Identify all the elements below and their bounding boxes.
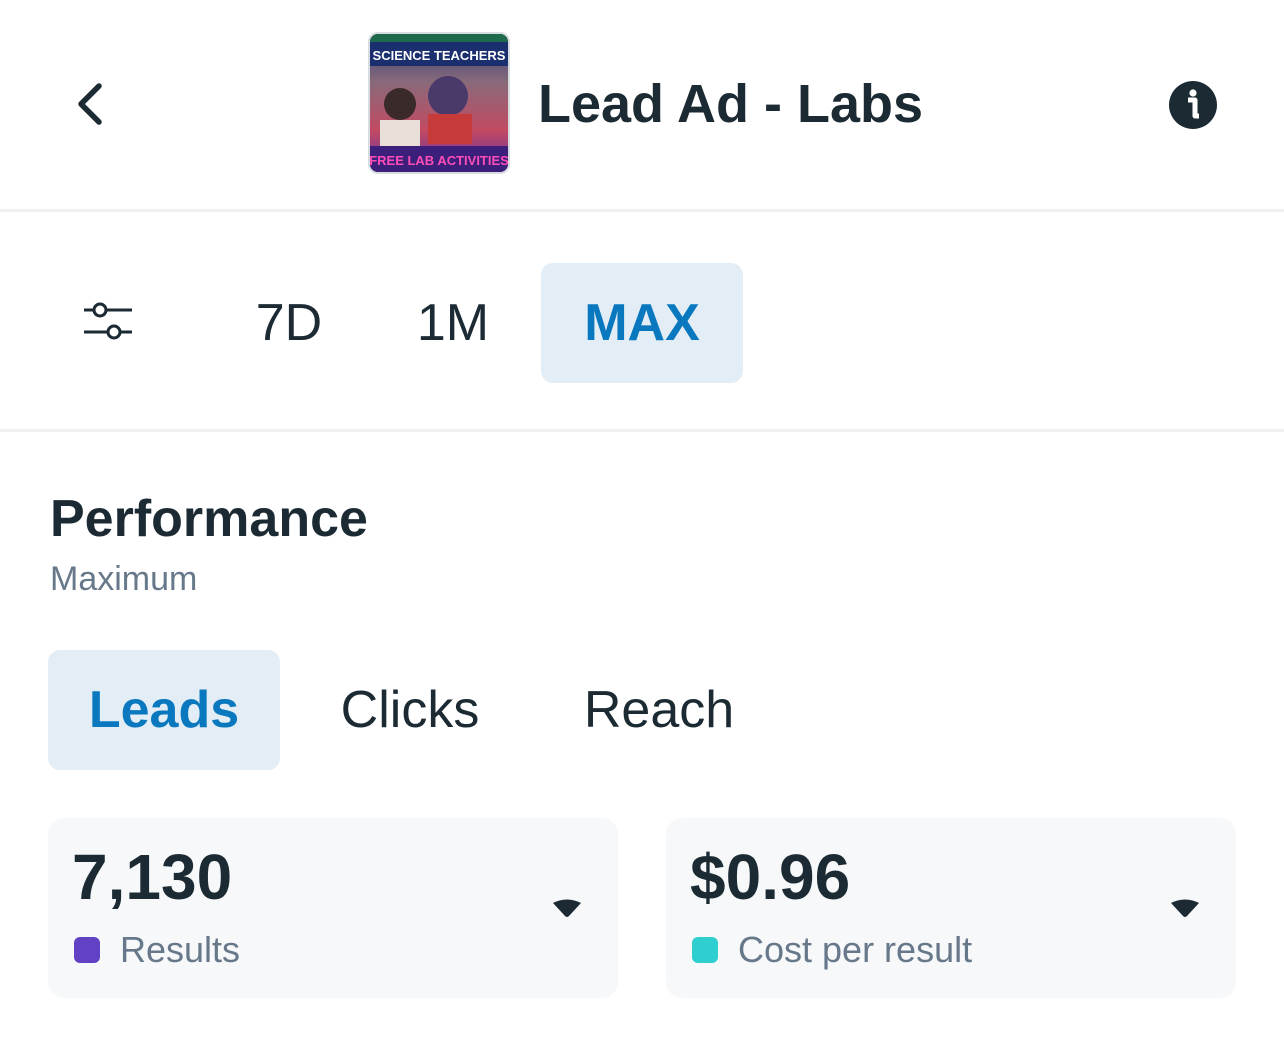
performance-subtitle: Maximum bbox=[50, 560, 198, 598]
results-legend: Results bbox=[74, 928, 240, 972]
page-title: Lead Ad - Labs bbox=[538, 74, 924, 134]
thumbnail-top-text: SCIENCE TEACHERS bbox=[373, 48, 506, 63]
caret-down-icon[interactable] bbox=[1168, 898, 1202, 920]
results-label: Results bbox=[120, 929, 241, 970]
info-button[interactable] bbox=[1166, 78, 1220, 132]
cost-per-result-legend: Cost per result bbox=[692, 928, 972, 972]
chevron-left-icon bbox=[78, 83, 102, 125]
date-range-bar: 7D 1M MAX bbox=[0, 212, 1284, 432]
info-icon bbox=[1169, 81, 1217, 129]
ad-thumbnail: SCIENCE TEACHERS FREE LAB ACTIVITIES bbox=[368, 32, 510, 174]
performance-title: Performance bbox=[50, 490, 368, 548]
range-7d-button[interactable]: 7D bbox=[230, 263, 348, 383]
back-button[interactable] bbox=[60, 70, 120, 138]
tab-clicks[interactable]: Clicks bbox=[312, 650, 508, 770]
cost-per-result-value: $0.96 bbox=[690, 841, 851, 913]
ad-thumbnail-image: SCIENCE TEACHERS FREE LAB ACTIVITIES bbox=[370, 34, 508, 172]
tab-reach[interactable]: Reach bbox=[560, 650, 758, 770]
cost-per-result-card[interactable]: $0.96 Cost per result bbox=[666, 818, 1236, 998]
results-card[interactable]: 7,130 Results bbox=[48, 818, 618, 998]
results-swatch bbox=[74, 937, 100, 963]
cost-per-result-label: Cost per result bbox=[738, 929, 973, 970]
cost-per-result-swatch bbox=[692, 937, 718, 963]
range-1m-button[interactable]: 1M bbox=[394, 263, 512, 383]
header-bar: SCIENCE TEACHERS FREE LAB ACTIVITIES Lea… bbox=[0, 0, 1284, 212]
sliders-icon bbox=[84, 302, 132, 340]
caret-down-icon[interactable] bbox=[550, 898, 584, 920]
thumbnail-bottom-text: FREE LAB ACTIVITIES bbox=[370, 153, 508, 168]
results-value: 7,130 bbox=[72, 841, 233, 913]
tab-leads[interactable]: Leads bbox=[48, 650, 280, 770]
range-max-button[interactable]: MAX bbox=[541, 263, 743, 383]
filter-button[interactable] bbox=[76, 294, 140, 350]
